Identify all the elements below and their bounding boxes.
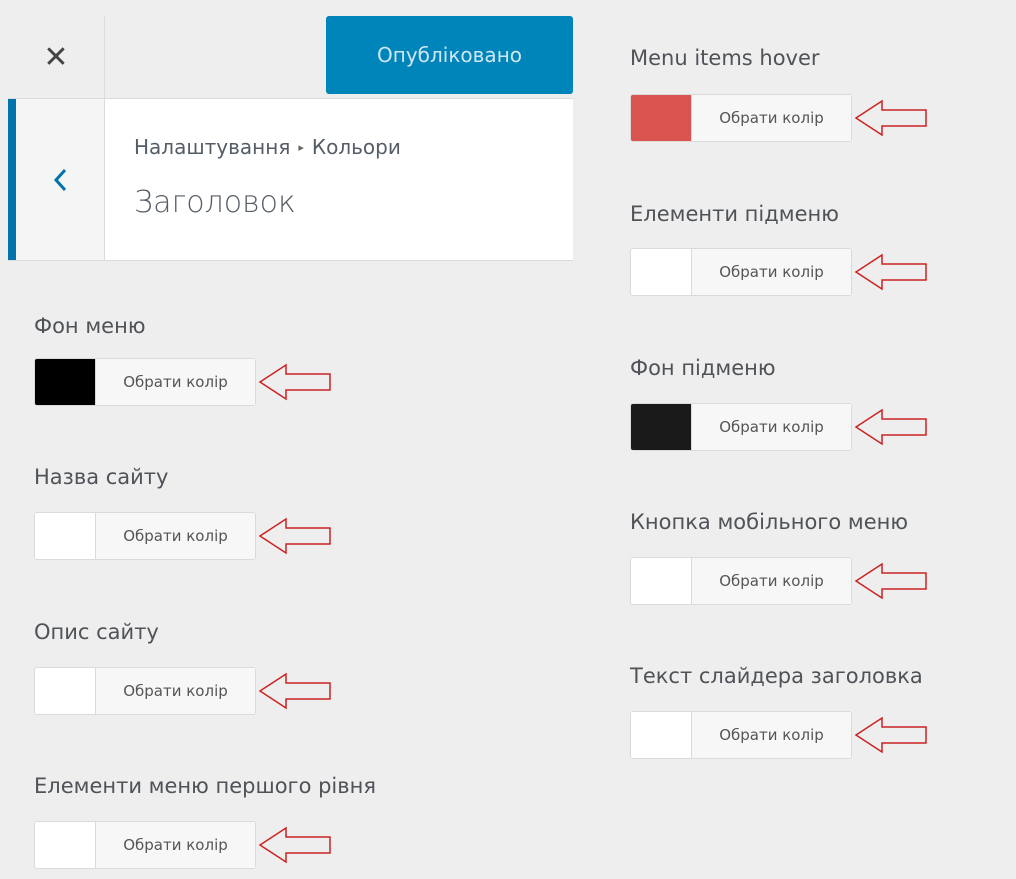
breadcrumb-parent: Налаштування	[134, 135, 291, 159]
select-color-button[interactable]: Обрати колір	[96, 668, 255, 714]
label-site-description: Опис сайту	[34, 620, 159, 644]
breadcrumb: Налаштування ▸ Кольори	[134, 135, 401, 159]
customizer-topbar: ✕ Опубліковано	[8, 16, 573, 99]
section-header: Налаштування ▸ Кольори Заголовок	[8, 99, 573, 261]
close-icon: ✕	[43, 39, 69, 75]
label-site-title: Назва сайту	[34, 465, 169, 489]
color-picker-mobile-menu-button[interactable]: Обрати колір	[630, 557, 852, 605]
label-submenu-background: Фон підменю	[630, 356, 776, 380]
color-picker-first-level-menu-items[interactable]: Обрати колір	[34, 821, 256, 869]
arrow-left-icon	[258, 672, 331, 710]
section-accent-bar	[8, 99, 16, 260]
color-swatch[interactable]	[631, 249, 692, 295]
label-submenu-items: Елементи підменю	[630, 202, 839, 226]
label-mobile-menu-button: Кнопка мобільного меню	[630, 510, 909, 534]
select-color-button[interactable]: Обрати колір	[692, 249, 851, 295]
label-menu-items-hover: Menu items hover	[630, 46, 820, 70]
arrow-left-icon	[258, 363, 331, 401]
arrow-left-icon	[258, 826, 331, 864]
arrow-left-icon	[854, 562, 927, 600]
breadcrumb-separator-icon: ▸	[298, 141, 304, 154]
publish-button[interactable]: Опубліковано	[326, 16, 573, 94]
color-picker-submenu-items[interactable]: Обрати колір	[630, 248, 852, 296]
color-picker-site-title[interactable]: Обрати колір	[34, 512, 256, 560]
breadcrumb-current: Кольори	[311, 135, 401, 159]
close-button[interactable]: ✕	[8, 16, 105, 98]
color-swatch[interactable]	[35, 359, 96, 405]
color-picker-menu-items-hover[interactable]: Обрати колір	[630, 94, 852, 142]
select-color-button[interactable]: Обрати колір	[692, 404, 851, 450]
section-title: Заголовок	[134, 185, 296, 220]
color-picker-menu-background[interactable]: Обрати колір	[34, 358, 256, 406]
color-swatch[interactable]	[35, 513, 96, 559]
color-swatch[interactable]	[631, 558, 692, 604]
arrow-left-icon	[854, 716, 927, 754]
select-color-button[interactable]: Обрати колір	[692, 558, 851, 604]
color-picker-site-description[interactable]: Обрати колір	[34, 667, 256, 715]
select-color-button[interactable]: Обрати колір	[96, 359, 255, 405]
arrow-left-icon	[854, 253, 927, 291]
color-swatch[interactable]	[35, 822, 96, 868]
select-color-button[interactable]: Обрати колір	[96, 513, 255, 559]
select-color-button[interactable]: Обрати колір	[692, 95, 851, 141]
color-picker-submenu-background[interactable]: Обрати колір	[630, 403, 852, 451]
color-swatch[interactable]	[631, 95, 692, 141]
label-header-slider-text: Текст слайдера заголовка	[630, 664, 923, 688]
label-first-level-menu-items: Елементи меню першого рівня	[34, 774, 377, 798]
select-color-button[interactable]: Обрати колір	[692, 712, 851, 758]
color-swatch[interactable]	[35, 668, 96, 714]
label-menu-background: Фон меню	[34, 314, 146, 338]
chevron-left-icon	[53, 168, 67, 191]
color-swatch[interactable]	[631, 712, 692, 758]
arrow-left-icon	[854, 99, 927, 137]
color-picker-header-slider-text[interactable]: Обрати колір	[630, 711, 852, 759]
select-color-button[interactable]: Обрати колір	[96, 822, 255, 868]
back-button[interactable]	[16, 99, 105, 260]
color-swatch[interactable]	[631, 404, 692, 450]
arrow-left-icon	[854, 408, 927, 446]
arrow-left-icon	[258, 517, 331, 555]
